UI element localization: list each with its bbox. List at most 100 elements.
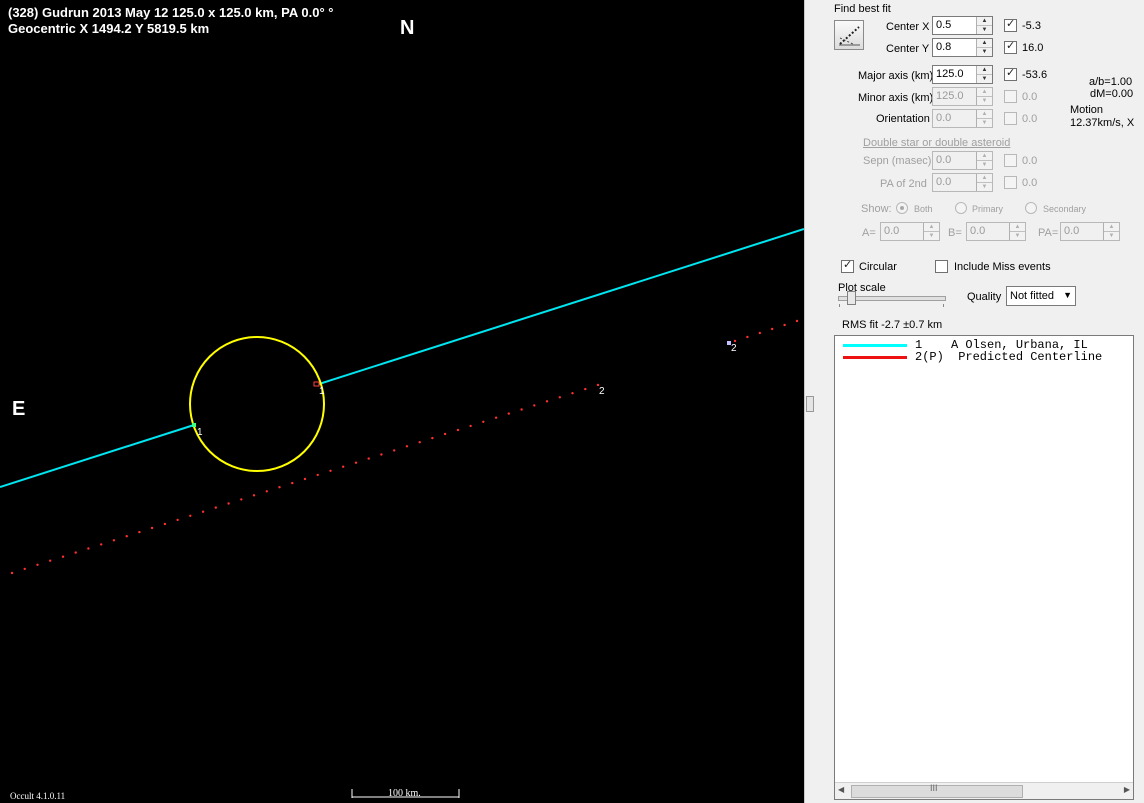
minor-axis-input[interactable]: 125.0 ▲ ▼	[932, 87, 993, 106]
predicted-track-dot	[163, 522, 167, 526]
show-secondary-radio[interactable]	[1025, 202, 1037, 214]
fit-major-axis-checkbox[interactable]: ✓	[1004, 67, 1017, 81]
predicted-track-dot	[10, 571, 14, 575]
show-label: Show:	[861, 203, 892, 215]
legend-swatch	[843, 344, 907, 347]
list-item[interactable]: 2(P) Predicted Centerline	[835, 350, 1133, 364]
north-label: N	[400, 17, 415, 39]
include-miss-label: Include Miss events	[954, 261, 1051, 273]
scale-label: 100 km.	[388, 788, 421, 799]
predicted-track-dot	[482, 420, 485, 423]
occultation-plot[interactable]: (328) Gudrun 2013 May 12 125.0 x 125.0 k…	[0, 0, 804, 803]
slider-tick	[839, 304, 840, 307]
chevron-down-icon: ▼	[1063, 290, 1072, 300]
event-marker-reappear	[192, 423, 196, 427]
quality-label: Quality	[967, 291, 1002, 303]
scroll-left-icon[interactable]: ◀	[838, 785, 844, 794]
sepn-spinner[interactable]: ▲ ▼	[976, 152, 992, 169]
legend-text: 2(P) Predicted Centerline	[915, 350, 1103, 364]
chord-label-1: 1	[319, 386, 325, 397]
predicted-track-dot	[201, 510, 205, 513]
find-best-fit-button[interactable]	[834, 20, 864, 50]
minor-axis-spinner[interactable]: ▲ ▼	[976, 88, 992, 105]
fit-minor-axis-checkbox[interactable]	[1004, 90, 1017, 103]
center-x-input[interactable]: 0.5 ▲ ▼	[932, 16, 993, 35]
scrollbar-thumb[interactable]: III	[851, 783, 1023, 798]
predicted-track-dot	[87, 547, 90, 550]
orientation-input[interactable]: 0.0 ▲ ▼	[932, 109, 993, 128]
b-spinner[interactable]: ▲ ▼	[1009, 223, 1025, 240]
pa-spinner[interactable]: ▲ ▼	[1103, 223, 1119, 240]
center-x-label: Center X	[886, 21, 930, 33]
a-input[interactable]: 0.0 ▲ ▼	[880, 222, 940, 241]
major-axis-spinner[interactable]: ▲ ▼	[976, 66, 992, 83]
plot-scale-slider[interactable]	[847, 291, 856, 305]
splitter-grip[interactable]	[806, 396, 814, 412]
predicted-track-dot	[431, 436, 434, 440]
predicted-track-dot	[469, 424, 472, 428]
slider-tick	[943, 304, 944, 307]
predicted-track-dot	[150, 526, 154, 530]
sepn-input[interactable]: 0.0 ▲ ▼	[932, 151, 993, 170]
pa2-fit-value: 0.0	[1022, 177, 1038, 189]
observer-legend-list[interactable]: 1 A Olsen, Urbana, IL 2(P) Predicted Cen…	[834, 335, 1134, 800]
predicted-track-north	[733, 319, 799, 343]
orientation-fit-value: 0.0	[1022, 113, 1038, 125]
predicted-track-dot	[240, 498, 243, 501]
pa2-spinner[interactable]: ▲ ▼	[976, 174, 992, 191]
predicted-track-dot	[520, 408, 523, 411]
predicted-track-dot	[61, 555, 65, 558]
fit-center-y-checkbox[interactable]: ✓	[1004, 40, 1017, 54]
b-input[interactable]: 0.0 ▲ ▼	[966, 222, 1026, 241]
predicted-track-dot	[571, 392, 574, 395]
predicted-track-dot	[367, 457, 370, 460]
predicted-track-dot	[456, 428, 460, 432]
fit-pa2-checkbox[interactable]	[1004, 176, 1017, 189]
plot-scale-label: Plot scale	[838, 282, 886, 294]
include-miss-checkbox[interactable]	[935, 260, 948, 273]
minor-axis-label: Minor axis (km)	[858, 92, 934, 104]
rms-fit-label: RMS fit -2.7 ±0.7 km	[842, 319, 943, 331]
show-primary-radio[interactable]	[955, 202, 967, 214]
predicted-track-dot	[252, 494, 256, 497]
predicted-track-dot	[380, 453, 383, 456]
predicted-track-dot	[74, 551, 77, 554]
legend-swatch	[843, 356, 907, 359]
find-best-fit-label: Find best fit	[834, 3, 891, 15]
predicted-track-dot	[265, 490, 268, 493]
fit-controls-panel: Find best fit Center X 0.5 ▲ ▼ ✓ -5.3 Cen…	[816, 0, 1144, 803]
fit-center-x-checkbox[interactable]: ✓	[1004, 18, 1017, 32]
quality-dropdown[interactable]: Not fitted ▼	[1006, 286, 1076, 306]
predicted-track-dot	[494, 416, 498, 419]
predicted-track-dot	[418, 441, 421, 444]
predicted-track-dot	[746, 335, 749, 339]
center-y-input[interactable]: 0.8 ▲ ▼	[932, 38, 993, 57]
predicted-track-dot	[329, 469, 332, 472]
predicted-track-dot	[36, 563, 39, 566]
b-label: B=	[948, 227, 962, 239]
center-x-spinner[interactable]: ▲ ▼	[976, 17, 992, 34]
pa-input[interactable]: 0.0 ▲ ▼	[1060, 222, 1120, 241]
best-fit-chart-icon	[839, 26, 860, 46]
orientation-spinner[interactable]: ▲ ▼	[976, 110, 992, 127]
horizontal-scrollbar[interactable]: ◀ III ▶	[835, 782, 1133, 799]
center-y-spinner[interactable]: ▲ ▼	[976, 39, 992, 56]
scroll-right-icon[interactable]: ▶	[1124, 785, 1130, 794]
fit-sepn-checkbox[interactable]	[1004, 154, 1017, 167]
predicted-label-2: 2	[599, 386, 605, 397]
predicted-track-dot	[49, 559, 52, 562]
predicted-track-dot	[23, 567, 26, 571]
circular-label: Circular	[859, 261, 897, 273]
circular-checkbox[interactable]: ✓	[841, 259, 854, 273]
observer-chord-before	[0, 424, 195, 488]
predicted-track-dot	[112, 539, 116, 542]
pa2-input[interactable]: 0.0 ▲ ▼	[932, 173, 993, 192]
predicted-track-dot	[189, 514, 192, 517]
fit-orientation-checkbox[interactable]	[1004, 112, 1017, 125]
a-spinner[interactable]: ▲ ▼	[923, 223, 939, 240]
show-both-radio[interactable]	[896, 202, 908, 214]
major-axis-input[interactable]: 125.0 ▲ ▼	[932, 65, 993, 84]
predicted-track-dot	[227, 502, 230, 505]
motion-value: 12.37km/s, X	[1070, 117, 1135, 129]
predicted-track-dot	[303, 477, 307, 481]
